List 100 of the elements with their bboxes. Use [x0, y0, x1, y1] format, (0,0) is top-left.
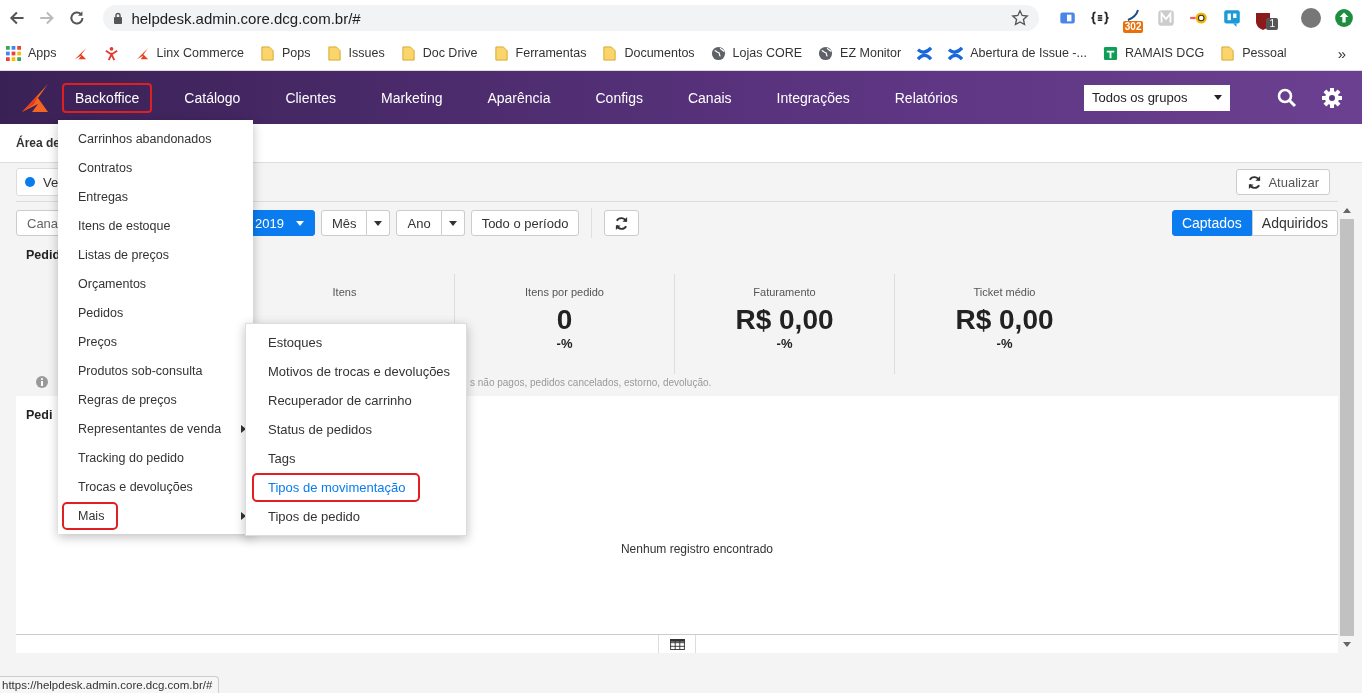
menu-item[interactable]: Listas de preços	[60, 240, 246, 269]
update-icon[interactable]	[1334, 8, 1354, 28]
nav-item[interactable]: Catálogo	[171, 82, 254, 113]
menu-item[interactable]: Tags	[248, 444, 464, 473]
count-badge: 302	[1122, 21, 1144, 33]
menu-item[interactable]: Recuperador de carrinho	[248, 386, 464, 415]
globe-icon	[710, 45, 726, 61]
figure-icon	[103, 45, 119, 61]
stat-label: Itens por pedido	[525, 286, 604, 298]
bookmark[interactable]: Pessoal	[1220, 45, 1287, 61]
stat-label: Ticket médio	[973, 286, 1036, 298]
table-view-button[interactable]	[658, 635, 696, 653]
menu-item[interactable]: Representantes de venda	[60, 414, 246, 443]
nav-item[interactable]: Relatórios	[881, 82, 971, 113]
bookmark[interactable]	[103, 45, 119, 61]
nav-item[interactable]: Aparência	[474, 82, 564, 113]
menu-item[interactable]: Carrinhos abandonados	[60, 124, 246, 153]
menu-item[interactable]: Pedidos	[60, 298, 246, 327]
scroll-up-icon[interactable]	[1342, 208, 1351, 213]
note-text: s não pagos, pedidos cancelados, estorno, devolução.	[470, 376, 712, 388]
bookmark[interactable]: Linx Commerce	[134, 45, 245, 61]
avatar[interactable]	[1301, 8, 1321, 28]
bookmark[interactable]: Apps	[6, 45, 57, 61]
star-icon[interactable]	[1010, 9, 1029, 27]
nav-item[interactable]: Clientes	[272, 82, 349, 113]
caret-icon	[374, 220, 383, 226]
caret-icon	[295, 220, 304, 226]
status-dot-icon	[25, 177, 35, 187]
reload-button[interactable]	[604, 210, 640, 236]
toggle-button[interactable]: Adquiridos	[1251, 210, 1338, 236]
back-icon[interactable]	[8, 9, 26, 27]
table-title: Pedi	[26, 408, 53, 422]
bookmark[interactable]: Ferramentas	[493, 45, 587, 61]
reload-icon[interactable]	[67, 9, 86, 27]
cross-logo-icon	[917, 45, 933, 61]
refresh-icon	[614, 215, 630, 231]
nav-item[interactable]: Backoffice	[62, 82, 153, 113]
year-button[interactable]: Ano	[396, 210, 442, 236]
group-select[interactable]: Todos os grupos	[1084, 84, 1230, 111]
more-bookmarks[interactable]: »	[1337, 44, 1356, 62]
settings-icon[interactable]	[1322, 87, 1342, 108]
nav-item[interactable]: Canais	[674, 82, 745, 113]
folder-icon	[493, 45, 509, 61]
bookmark[interactable]: Documentos	[602, 45, 695, 61]
nav-item[interactable]: Marketing	[368, 82, 456, 113]
spreadsheet-icon	[1102, 45, 1118, 61]
bookmark[interactable]: Lojas CORE	[710, 45, 803, 61]
month-caret-button[interactable]	[367, 210, 391, 236]
stat-value: 0	[556, 304, 573, 336]
chat-icon[interactable]	[1222, 8, 1243, 28]
bookmark[interactable]: Pops	[260, 45, 311, 61]
bookmark[interactable]: Doc Drive	[400, 45, 478, 61]
folder-icon	[400, 45, 416, 61]
menu-item[interactable]: Orçamentos	[60, 269, 246, 298]
menu-item[interactable]: Tracking do pedido	[60, 443, 246, 472]
status-url: https://helpdesk.admin.core.dcg.com.br/#	[0, 676, 220, 693]
folder-icon	[602, 45, 618, 61]
menu-item[interactable]: Trocas e devoluções	[60, 472, 246, 501]
menu-item[interactable]: Preços	[60, 327, 246, 356]
count-badge: 1	[1266, 18, 1278, 30]
empty-message: Nenhum registro encontrado	[619, 542, 775, 556]
stat-label: Itens	[332, 286, 357, 298]
toggle-button[interactable]: Captados	[1171, 210, 1252, 236]
apps-grid-icon	[6, 45, 21, 61]
caret-icon	[448, 220, 457, 226]
stat-change: -%	[996, 336, 1013, 351]
bookmark[interactable]: Abertura de Issue -...	[948, 45, 1087, 61]
bookmark[interactable]: EZ Monitor	[818, 45, 902, 61]
stat-change: -%	[776, 336, 793, 351]
bookmark[interactable]: RAMAIS DCG	[1102, 45, 1205, 61]
cross-logo-icon	[948, 45, 964, 61]
refresh-button[interactable]: Atualizar	[1236, 169, 1330, 195]
stat-value: R$ 0,00	[735, 304, 834, 336]
globe-icon	[818, 45, 834, 61]
folder-icon	[1220, 45, 1236, 61]
month-button[interactable]: Mês	[320, 210, 368, 236]
menu-item[interactable]: Produtos sob-consulta	[60, 356, 246, 385]
bookmark[interactable]: Issues	[326, 45, 385, 61]
menu-item[interactable]: Motivos de trocas e devoluções	[248, 357, 464, 386]
scroll-down-icon[interactable]	[1342, 642, 1351, 647]
nav-item[interactable]: Configs	[582, 82, 656, 113]
address-bar[interactable]: helpdesk.admin.core.dcg.com.br/#	[103, 5, 1039, 31]
search-icon[interactable]	[1277, 87, 1297, 108]
menu-item[interactable]: Mais	[60, 501, 246, 530]
menu-item[interactable]: Tipos de pedido	[248, 502, 464, 531]
info-icon	[36, 376, 48, 388]
folder-icon	[260, 45, 276, 61]
menu-item[interactable]: Regras de preços	[60, 385, 246, 414]
menu-item[interactable]: Estoques	[248, 328, 464, 357]
menu-item[interactable]: Status de pedidos	[248, 415, 464, 444]
stat-change: -%	[556, 336, 573, 351]
nav-item[interactable]: Integrações	[763, 82, 863, 113]
stat-label: Faturamento	[753, 286, 816, 298]
lock-icon	[113, 12, 124, 24]
bookmark[interactable]	[917, 45, 933, 61]
all-period-button[interactable]: Todo o período	[470, 210, 580, 236]
stat-value: R$ 0,00	[955, 304, 1054, 336]
folder-icon	[326, 45, 342, 61]
table-icon	[669, 638, 685, 650]
year-caret-button[interactable]	[441, 210, 465, 236]
